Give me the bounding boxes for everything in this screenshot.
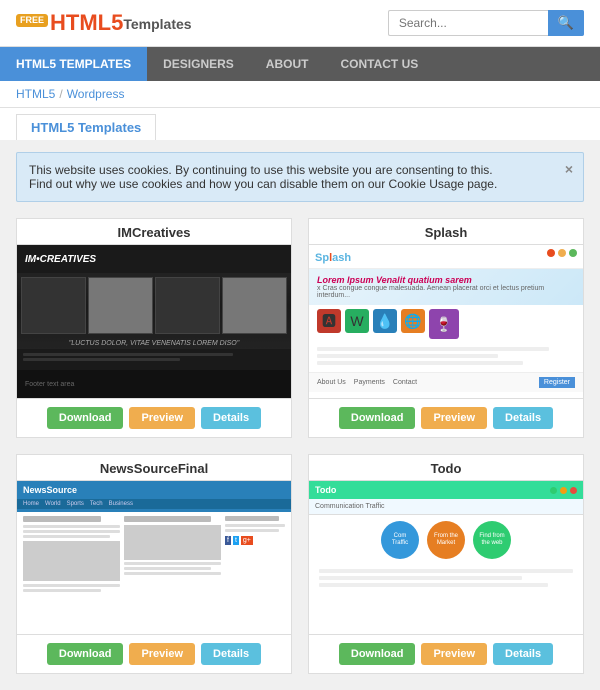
cookie-close-button[interactable]: ×	[565, 161, 573, 177]
template-title-imcreatives: IMCreatives	[17, 219, 291, 244]
search-button[interactable]: 🔍	[548, 10, 584, 36]
template-actions-todo: Download Preview Details	[309, 635, 583, 673]
preview-button-todo[interactable]: Preview	[421, 643, 487, 665]
logo-html5-text: HTML5	[50, 12, 123, 34]
template-title-splash: Splash	[309, 219, 583, 244]
search-input[interactable]	[388, 10, 548, 36]
nav-item-html5templates[interactable]: HTML5 TEMPLATES	[0, 47, 147, 81]
template-title-newssource: NewsSourceFinal	[17, 455, 291, 480]
template-thumb-todo: Todo Communication Traffic ComTraffic Fr…	[309, 480, 583, 635]
templates-grid: IMCreatives IM•CREATIVES "LUCTUS DOLOR, …	[16, 218, 584, 674]
page-title-tab[interactable]: HTML5 Templates	[16, 114, 156, 140]
details-button-todo[interactable]: Details	[493, 643, 553, 665]
nav-item-contact[interactable]: CONTACT US	[324, 47, 434, 81]
template-thumb-imcreatives: IM•CREATIVES "LUCTUS DOLOR, VITAE VENENA…	[17, 244, 291, 399]
cookie-text-line2: Find out why we use cookies and how you …	[29, 177, 553, 191]
download-button-todo[interactable]: Download	[339, 643, 416, 665]
site-logo: FREE HTML5 Templates	[16, 12, 192, 34]
template-card-newssource: NewsSourceFinal NewsSource Home World Sp…	[16, 454, 292, 674]
preview-button-imcreatives[interactable]: Preview	[129, 407, 195, 429]
logo-free-badge: FREE	[16, 14, 48, 27]
breadcrumb-sep: /	[59, 87, 62, 101]
preview-button-splash[interactable]: Preview	[421, 407, 487, 429]
search-box: 🔍	[388, 10, 584, 36]
main-content: IMCreatives IM•CREATIVES "LUCTUS DOLOR, …	[0, 214, 600, 690]
breadcrumb-html5[interactable]: HTML5	[16, 87, 55, 101]
breadcrumb-wordpress[interactable]: Wordpress	[67, 87, 125, 101]
details-button-newssource[interactable]: Details	[201, 643, 261, 665]
template-card-imcreatives: IMCreatives IM•CREATIVES "LUCTUS DOLOR, …	[16, 218, 292, 438]
page-title-bar: HTML5 Templates	[0, 108, 600, 140]
template-actions-splash: Download Preview Details	[309, 399, 583, 437]
download-button-imcreatives[interactable]: Download	[47, 407, 124, 429]
site-header: FREE HTML5 Templates 🔍	[0, 0, 600, 47]
details-button-splash[interactable]: Details	[493, 407, 553, 429]
template-card-todo: Todo Todo Communication Traffic	[308, 454, 584, 674]
preview-button-newssource[interactable]: Preview	[129, 643, 195, 665]
template-card-splash: Splash Splash Lorem Ipsum Venalit quatiu…	[308, 218, 584, 438]
details-button-imcreatives[interactable]: Details	[201, 407, 261, 429]
template-title-todo: Todo	[309, 455, 583, 480]
download-button-splash[interactable]: Download	[339, 407, 416, 429]
template-actions-imcreatives: Download Preview Details	[17, 399, 291, 437]
template-actions-newssource: Download Preview Details	[17, 635, 291, 673]
download-button-newssource[interactable]: Download	[47, 643, 124, 665]
template-thumb-newssource: NewsSource Home World Sports Tech Busine…	[17, 480, 291, 635]
nav-item-designers[interactable]: DESIGNERS	[147, 47, 250, 81]
cookie-banner: This website uses cookies. By continuing…	[16, 152, 584, 202]
template-thumb-splash: Splash Lorem Ipsum Venalit quatium sarem…	[309, 244, 583, 399]
nav-item-about[interactable]: ABOUT	[250, 47, 325, 81]
breadcrumb: HTML5 / Wordpress	[0, 81, 600, 108]
cookie-text-line1: This website uses cookies. By continuing…	[29, 163, 553, 177]
logo-templates-text: Templates	[123, 16, 191, 32]
navbar: HTML5 TEMPLATES DESIGNERS ABOUT CONTACT …	[0, 47, 600, 81]
